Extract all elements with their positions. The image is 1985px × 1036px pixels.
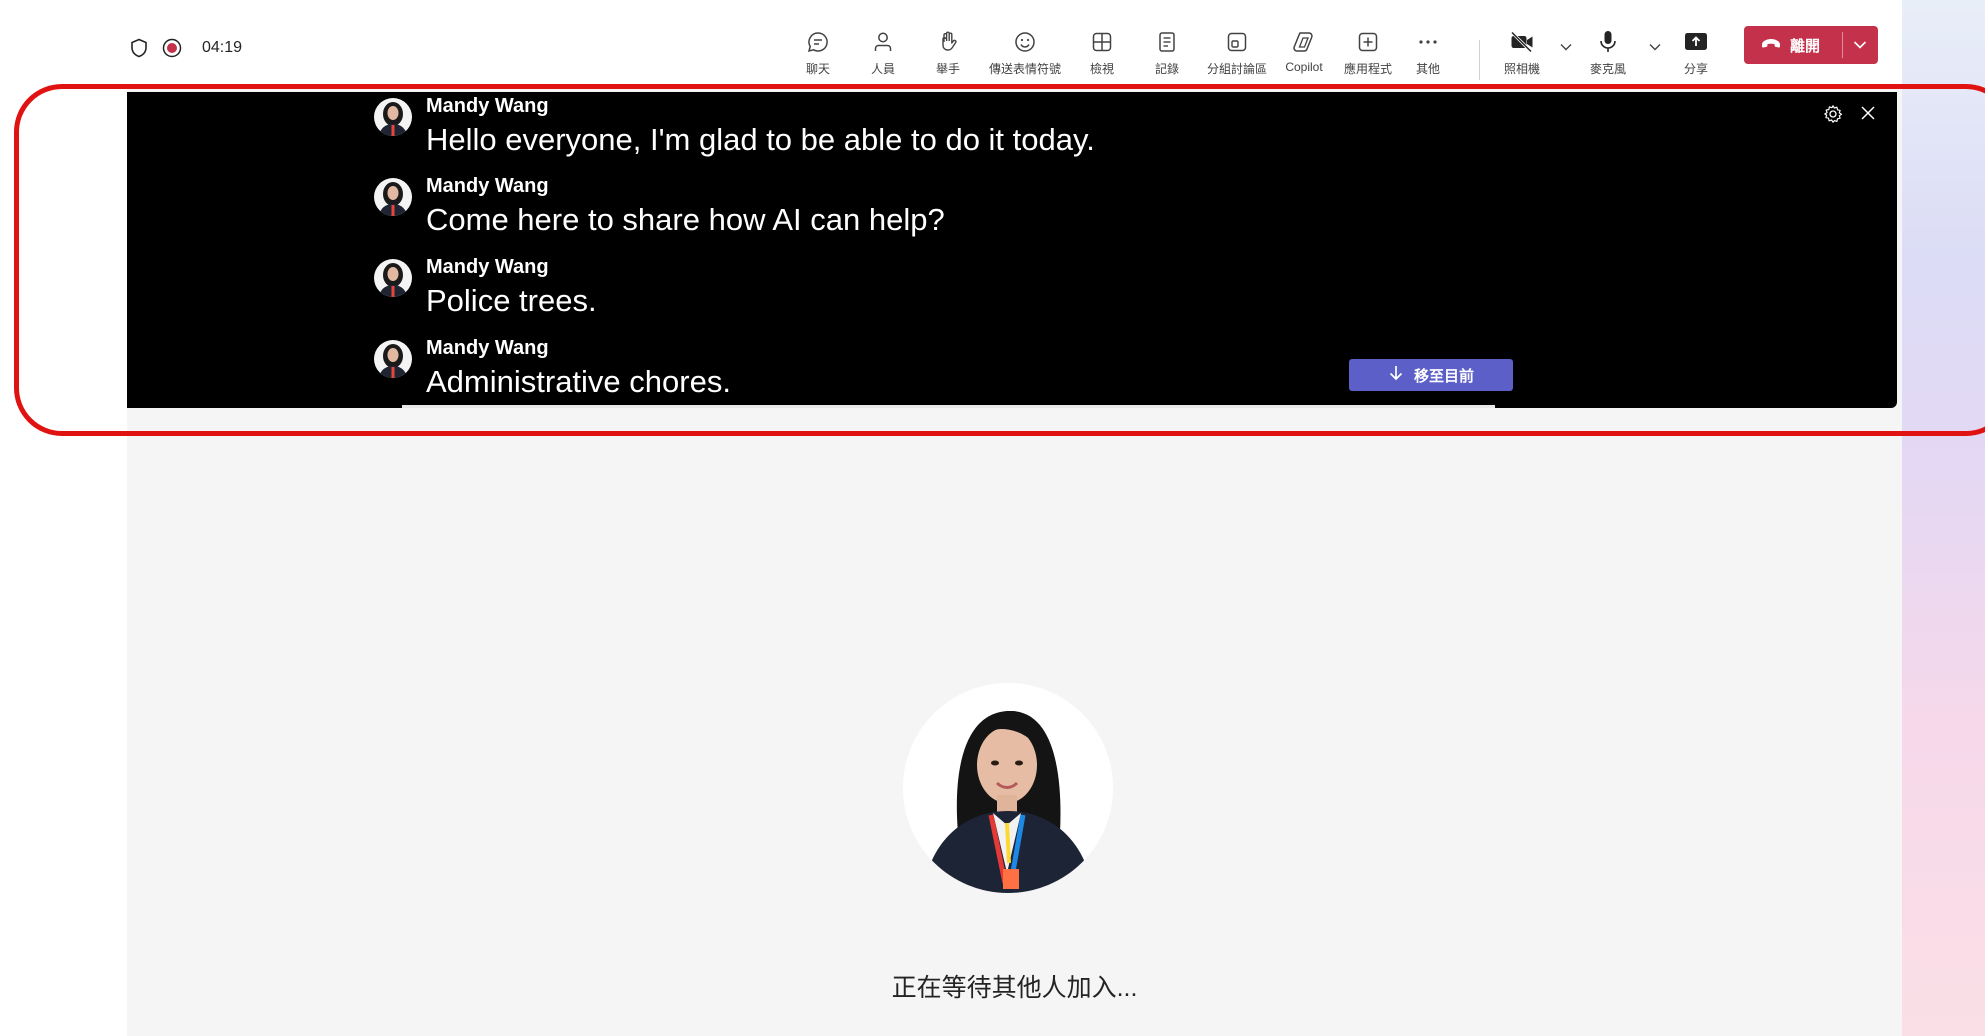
copilot-button[interactable]: Copilot: [1269, 18, 1339, 78]
people-label: 人員: [870, 62, 895, 76]
more-icon: [1414, 28, 1442, 56]
meeting-status: 04:19: [130, 34, 242, 62]
more-label: 其他: [1415, 62, 1440, 76]
toolbar-divider: [1479, 40, 1480, 80]
apps-label: 應用程式: [1343, 62, 1392, 76]
camera-off-icon: [1508, 28, 1536, 56]
leave-options-chevron-icon[interactable]: [1852, 37, 1868, 58]
copilot-label: Copilot: [1285, 60, 1323, 74]
leave-label: 離開: [1790, 37, 1821, 55]
annotation-highlight: [14, 84, 1985, 436]
share-button[interactable]: 分享: [1661, 18, 1731, 78]
recording-dot-icon: [162, 38, 182, 58]
chat-icon: [804, 28, 832, 56]
meeting-toolbar: 04:19 聊天 人員 舉手 傳送表情符號 檢視 記錄 分組討論區 Copilo…: [127, 8, 1902, 88]
raise-hand-button[interactable]: 舉手: [913, 18, 983, 78]
raise-hand-label: 舉手: [935, 62, 960, 76]
waiting-message: 正在等待其他人加入...: [891, 974, 1138, 1002]
people-icon: [869, 28, 897, 56]
chat-label: 聊天: [805, 62, 830, 76]
notes-icon: [1153, 28, 1181, 56]
breakout-rooms-icon: [1223, 28, 1251, 56]
microphone-label: 麥克風: [1589, 62, 1626, 76]
view-label: 檢視: [1089, 62, 1114, 76]
share-label: 分享: [1683, 62, 1708, 76]
view-button[interactable]: 檢視: [1067, 18, 1137, 78]
react-label: 傳送表情符號: [989, 62, 1062, 76]
notes-button[interactable]: 記錄: [1132, 18, 1202, 78]
meeting-timer: 04:19: [202, 39, 243, 56]
microphone-options-chevron-icon[interactable]: [1648, 40, 1662, 54]
breakout-rooms-button[interactable]: 分組討論區: [1202, 18, 1272, 78]
more-button[interactable]: 其他: [1393, 18, 1463, 78]
notes-label: 記錄: [1154, 62, 1179, 76]
copilot-icon: [1290, 28, 1318, 56]
microphone-icon: [1594, 28, 1622, 56]
camera-button[interactable]: 照相機: [1487, 18, 1557, 78]
people-button[interactable]: 人員: [848, 18, 918, 78]
emoji-icon: [1011, 28, 1039, 56]
chat-button[interactable]: 聊天: [783, 18, 853, 78]
apps-icon: [1354, 28, 1382, 56]
view-grid-icon: [1088, 28, 1116, 56]
react-button[interactable]: 傳送表情符號: [989, 18, 1062, 78]
leave-button[interactable]: 離開: [1744, 26, 1878, 64]
share-screen-icon: [1682, 28, 1710, 56]
camera-options-chevron-icon[interactable]: [1559, 40, 1573, 54]
leave-split-divider: [1842, 32, 1843, 58]
camera-label: 照相機: [1503, 62, 1540, 76]
participant-avatar: [903, 683, 1113, 893]
shield-icon: [130, 38, 148, 58]
raise-hand-icon: [934, 28, 962, 56]
microphone-button[interactable]: 麥克風: [1573, 18, 1643, 78]
hang-up-icon: [1760, 36, 1782, 55]
breakout-rooms-label: 分組討論區: [1206, 62, 1267, 76]
